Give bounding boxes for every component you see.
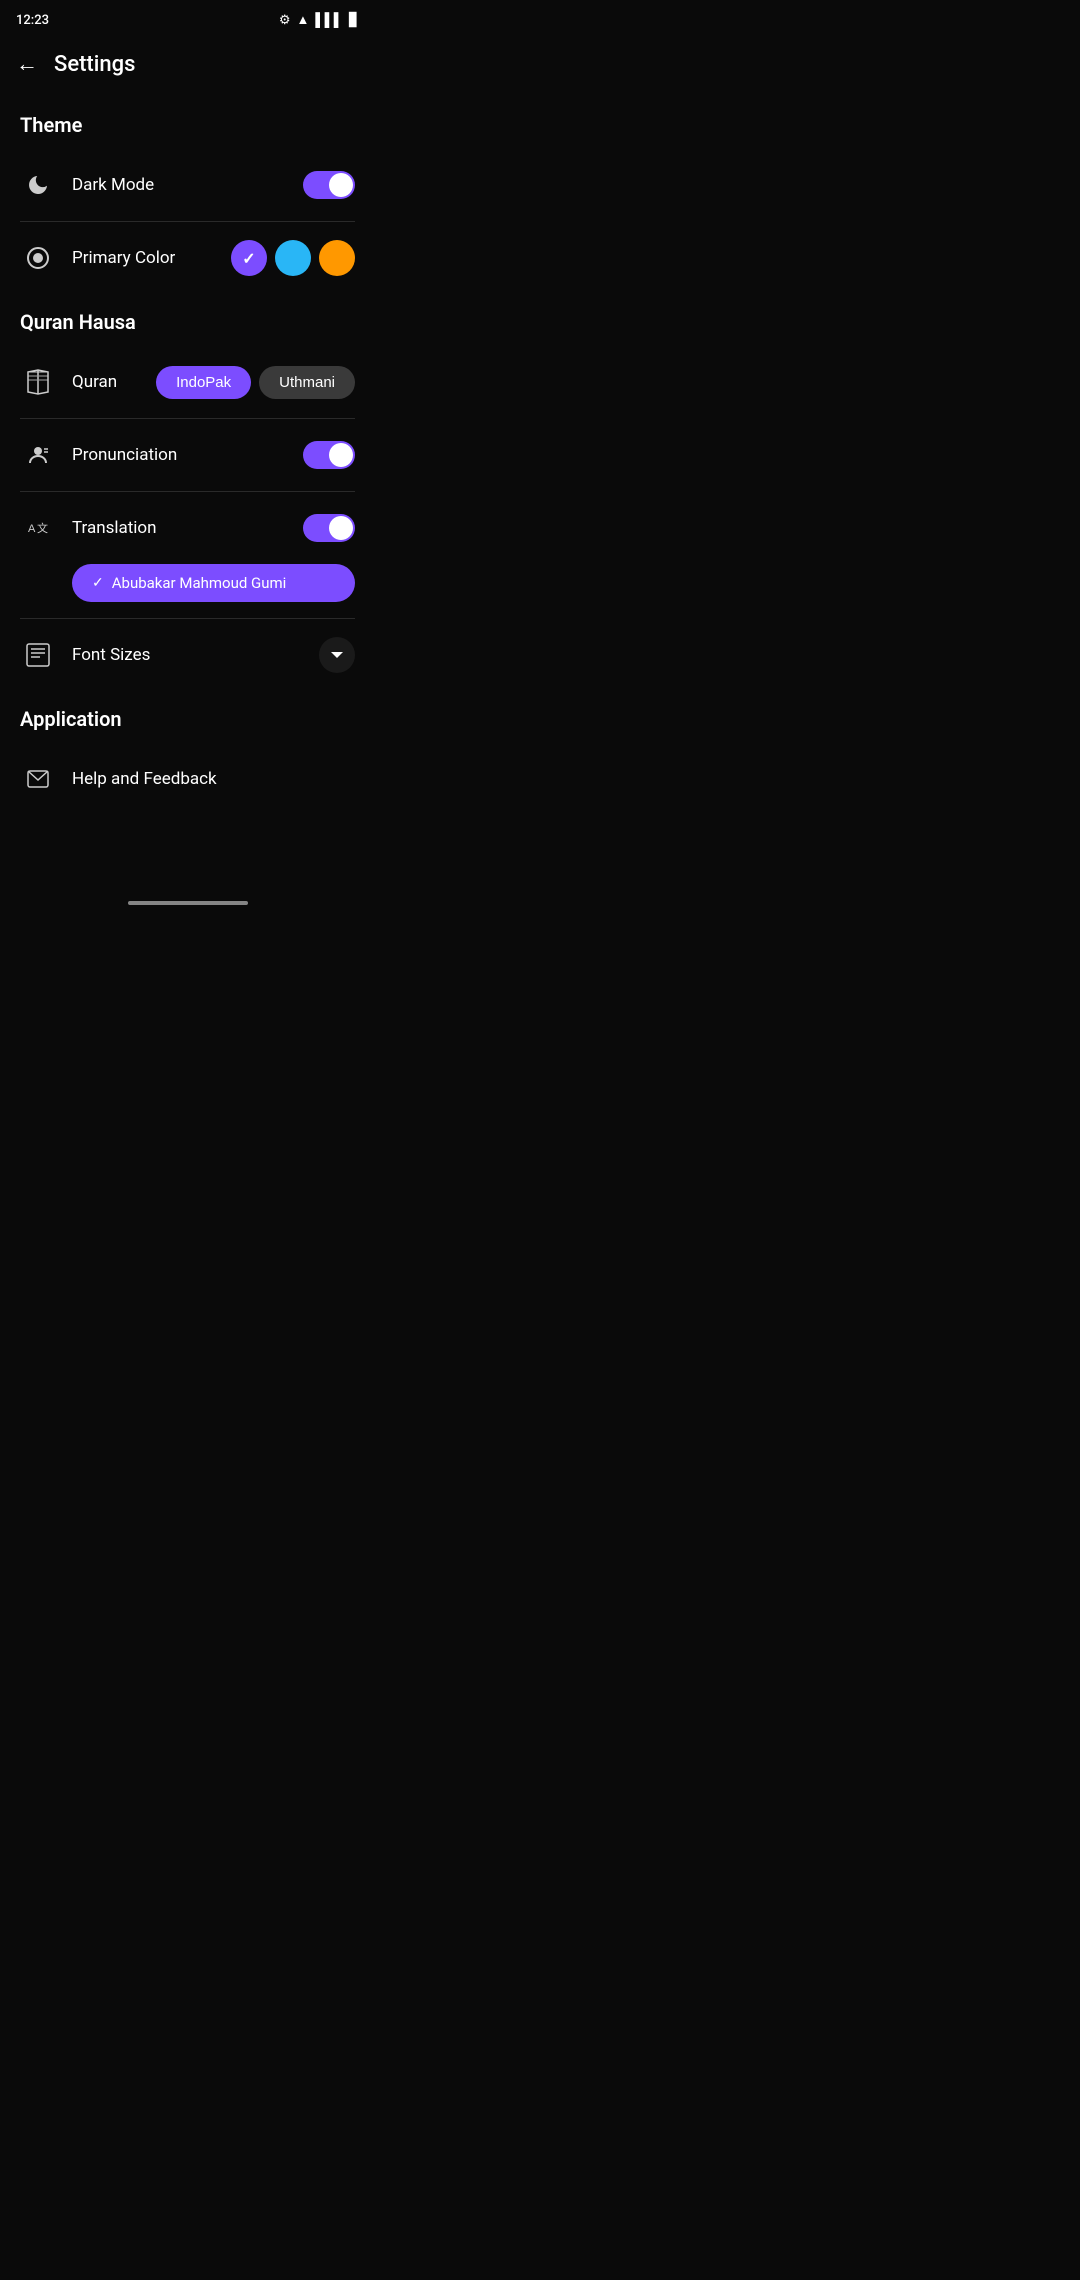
dark-mode-label: Dark Mode bbox=[72, 175, 303, 195]
nav-bar bbox=[0, 895, 375, 919]
quran-hausa-section-label: Quran Hausa bbox=[0, 294, 375, 346]
nav-indicator bbox=[128, 901, 248, 905]
quran-row[interactable]: Quran IndoPak Uthmani bbox=[0, 346, 375, 418]
color-blue[interactable] bbox=[275, 240, 311, 276]
dark-mode-toggle[interactable] bbox=[303, 171, 355, 199]
quran-icon bbox=[20, 364, 56, 400]
help-feedback-row[interactable]: Help and Feedback bbox=[0, 743, 375, 815]
bottom-spacer bbox=[0, 815, 375, 895]
color-purple[interactable] bbox=[231, 240, 267, 276]
status-bar: 12:23 ⚙ ▲ ▌▌▌ ▊ bbox=[0, 0, 375, 40]
help-feedback-label: Help and Feedback bbox=[72, 769, 355, 789]
pronunciation-row[interactable]: Pronunciation bbox=[0, 419, 375, 491]
svg-text:文: 文 bbox=[37, 521, 48, 535]
font-sizes-icon bbox=[20, 637, 56, 673]
translation-row[interactable]: A 文 Translation bbox=[0, 492, 375, 564]
header: ← Settings bbox=[0, 40, 375, 89]
color-orange[interactable] bbox=[319, 240, 355, 276]
primary-color-row[interactable]: Primary Color bbox=[0, 222, 375, 294]
status-time: 12:23 bbox=[16, 13, 49, 28]
dark-mode-row[interactable]: Dark Mode bbox=[0, 149, 375, 221]
dark-mode-toggle-knob bbox=[329, 173, 353, 197]
translation-toggle[interactable] bbox=[303, 514, 355, 542]
pronunciation-toggle[interactable] bbox=[303, 441, 355, 469]
font-sizes-row[interactable]: Font Sizes bbox=[0, 619, 375, 691]
font-sizes-label: Font Sizes bbox=[72, 645, 319, 665]
status-icons: ⚙ ▲ ▌▌▌ ▊ bbox=[279, 12, 359, 28]
back-button[interactable]: ← bbox=[16, 54, 38, 76]
primary-color-label: Primary Color bbox=[72, 248, 231, 268]
svg-text:A: A bbox=[28, 523, 36, 535]
translation-chip-label: Abubakar Mahmoud Gumi bbox=[112, 574, 287, 592]
application-section-label: Application bbox=[0, 691, 375, 743]
translation-chip[interactable]: ✓ Abubakar Mahmoud Gumi bbox=[72, 564, 355, 602]
battery-icon: ▊ bbox=[349, 13, 359, 28]
pronunciation-label: Pronunciation bbox=[72, 445, 303, 465]
translation-icon: A 文 bbox=[20, 510, 56, 546]
indopak-button[interactable]: IndoPak bbox=[156, 366, 251, 399]
uthmani-button[interactable]: Uthmani bbox=[259, 366, 355, 399]
pronunciation-toggle-knob bbox=[329, 443, 353, 467]
quran-label: Quran bbox=[72, 372, 156, 392]
translation-chip-check-icon: ✓ bbox=[92, 575, 104, 591]
color-options bbox=[231, 240, 355, 276]
font-sizes-dropdown-icon[interactable] bbox=[319, 637, 355, 673]
pronunciation-icon bbox=[20, 437, 56, 473]
primary-color-icon bbox=[20, 240, 56, 276]
page-title: Settings bbox=[54, 52, 135, 77]
quran-style-buttons: IndoPak Uthmani bbox=[156, 366, 355, 399]
signal-icon: ▌▌▌ bbox=[315, 12, 343, 28]
help-feedback-icon bbox=[20, 761, 56, 797]
translation-toggle-knob bbox=[329, 516, 353, 540]
wifi-icon: ▲ bbox=[296, 12, 309, 28]
theme-section-label: Theme bbox=[0, 97, 375, 149]
settings-status-icon: ⚙ bbox=[279, 13, 291, 28]
dark-mode-icon bbox=[20, 167, 56, 203]
translation-label: Translation bbox=[72, 518, 303, 538]
